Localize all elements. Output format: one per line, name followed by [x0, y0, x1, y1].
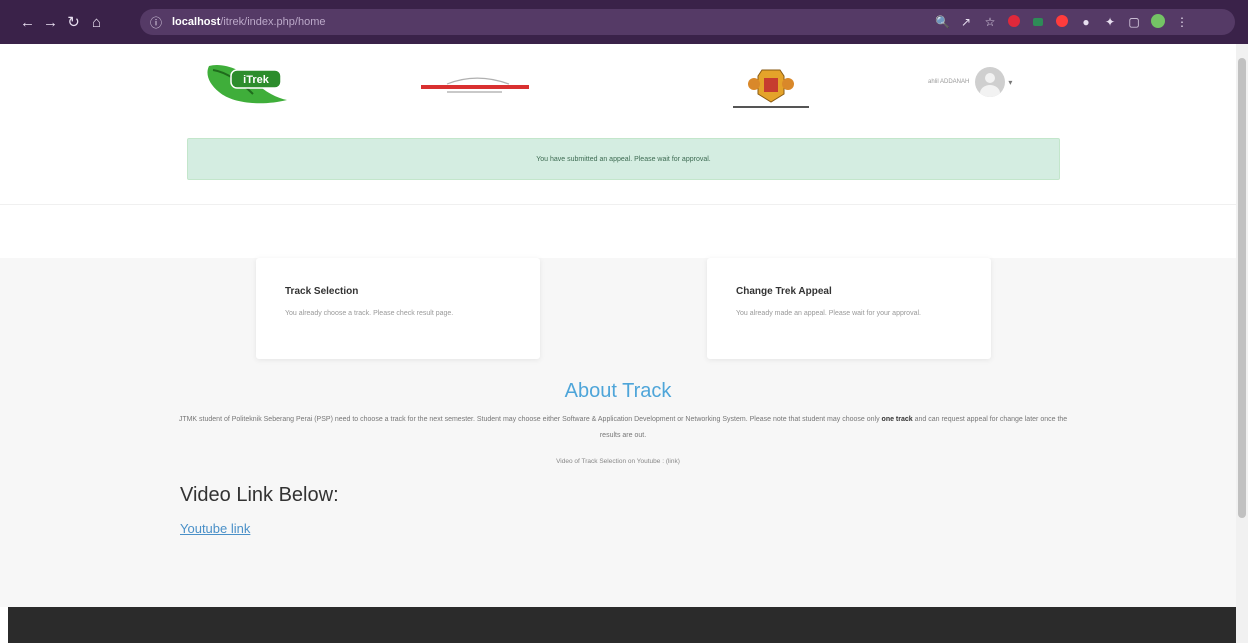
extensions-area: 🔍 ↗ ☆ ● ✦ ▢ ⋮ — [925, 13, 1189, 31]
user-name: ahlil ADDANAH — [928, 79, 970, 85]
site-header: iTrek ahlil ADDANAH ▾ You have submitted… — [0, 44, 1236, 205]
adblock-icon[interactable] — [1007, 14, 1021, 30]
youtube-link[interactable]: Youtube link — [180, 521, 250, 536]
site-info-icon[interactable]: ⓘ — [150, 14, 166, 31]
video-note: Video of Track Selection on Youtube : (l… — [556, 458, 680, 465]
browser-toolbar: ← → ↻ ⌂ ⓘ localhost/itrek/index.php/home… — [0, 0, 1248, 44]
extension-red-icon[interactable] — [1055, 14, 1069, 30]
profile-icon[interactable] — [1151, 13, 1165, 31]
bookmark-star-icon[interactable]: ☆ — [983, 15, 997, 29]
back-icon[interactable]: ← — [16, 14, 39, 31]
main-content: Track Selection You already choose a tra… — [0, 258, 1236, 607]
appeal-alert: You have submitted an appeal. Please wai… — [187, 138, 1060, 180]
change-trek-appeal-card[interactable]: Change Trek Appeal You already made an a… — [707, 258, 991, 359]
about-text-1: JTMK student of Politeknik Seberang Pera… — [178, 416, 882, 423]
scrollbar-thumb[interactable] — [1238, 58, 1246, 518]
home-icon[interactable]: ⌂ — [85, 14, 108, 31]
card-text: You already choose a track. Please check… — [285, 310, 454, 317]
politeknik-logo — [421, 77, 529, 93]
address-url: localhost/itrek/index.php/home — [172, 16, 325, 28]
site-footer — [8, 607, 1236, 643]
card-title: Change Trek Appeal — [736, 286, 832, 297]
shield-icon[interactable]: ● — [1079, 15, 1093, 29]
itrek-logo: iTrek — [207, 64, 287, 104]
about-text-bold: one track — [881, 416, 913, 423]
chevron-down-icon[interactable]: ▾ — [1008, 78, 1012, 87]
url-host: localhost — [172, 16, 221, 28]
card-title: Track Selection — [285, 286, 359, 297]
browser-nav: ← → ↻ ⌂ — [16, 13, 108, 32]
track-selection-card[interactable]: Track Selection You already choose a tra… — [256, 258, 540, 359]
forward-icon[interactable]: → — [39, 14, 62, 31]
about-title: About Track — [564, 380, 672, 402]
kpm-crest-logo — [733, 69, 809, 108]
share-icon[interactable]: ↗ — [959, 15, 973, 29]
puzzle-icon[interactable]: ✦ — [1103, 15, 1117, 29]
url-path: /itrek/index.php/home — [220, 16, 326, 28]
user-menu[interactable]: ahlil ADDANAH ▾ — [928, 67, 1012, 97]
extension-green-icon[interactable] — [1031, 15, 1045, 29]
sidebar-icon[interactable]: ▢ — [1127, 15, 1141, 29]
video-heading: Video Link Below: — [180, 484, 339, 506]
card-text: You already made an appeal. Please wait … — [736, 310, 921, 317]
reload-icon[interactable]: ↻ — [62, 13, 85, 31]
menu-dots-icon[interactable]: ⋮ — [1175, 15, 1189, 29]
about-body: JTMK student of Politeknik Seberang Pera… — [170, 412, 1076, 444]
alert-message: You have submitted an appeal. Please wai… — [536, 155, 711, 163]
itrek-logo-text: iTrek — [243, 74, 270, 86]
page-scrollbar[interactable] — [1236, 44, 1248, 643]
avatar[interactable] — [975, 67, 1006, 97]
zoom-icon[interactable]: 🔍 — [935, 15, 950, 29]
